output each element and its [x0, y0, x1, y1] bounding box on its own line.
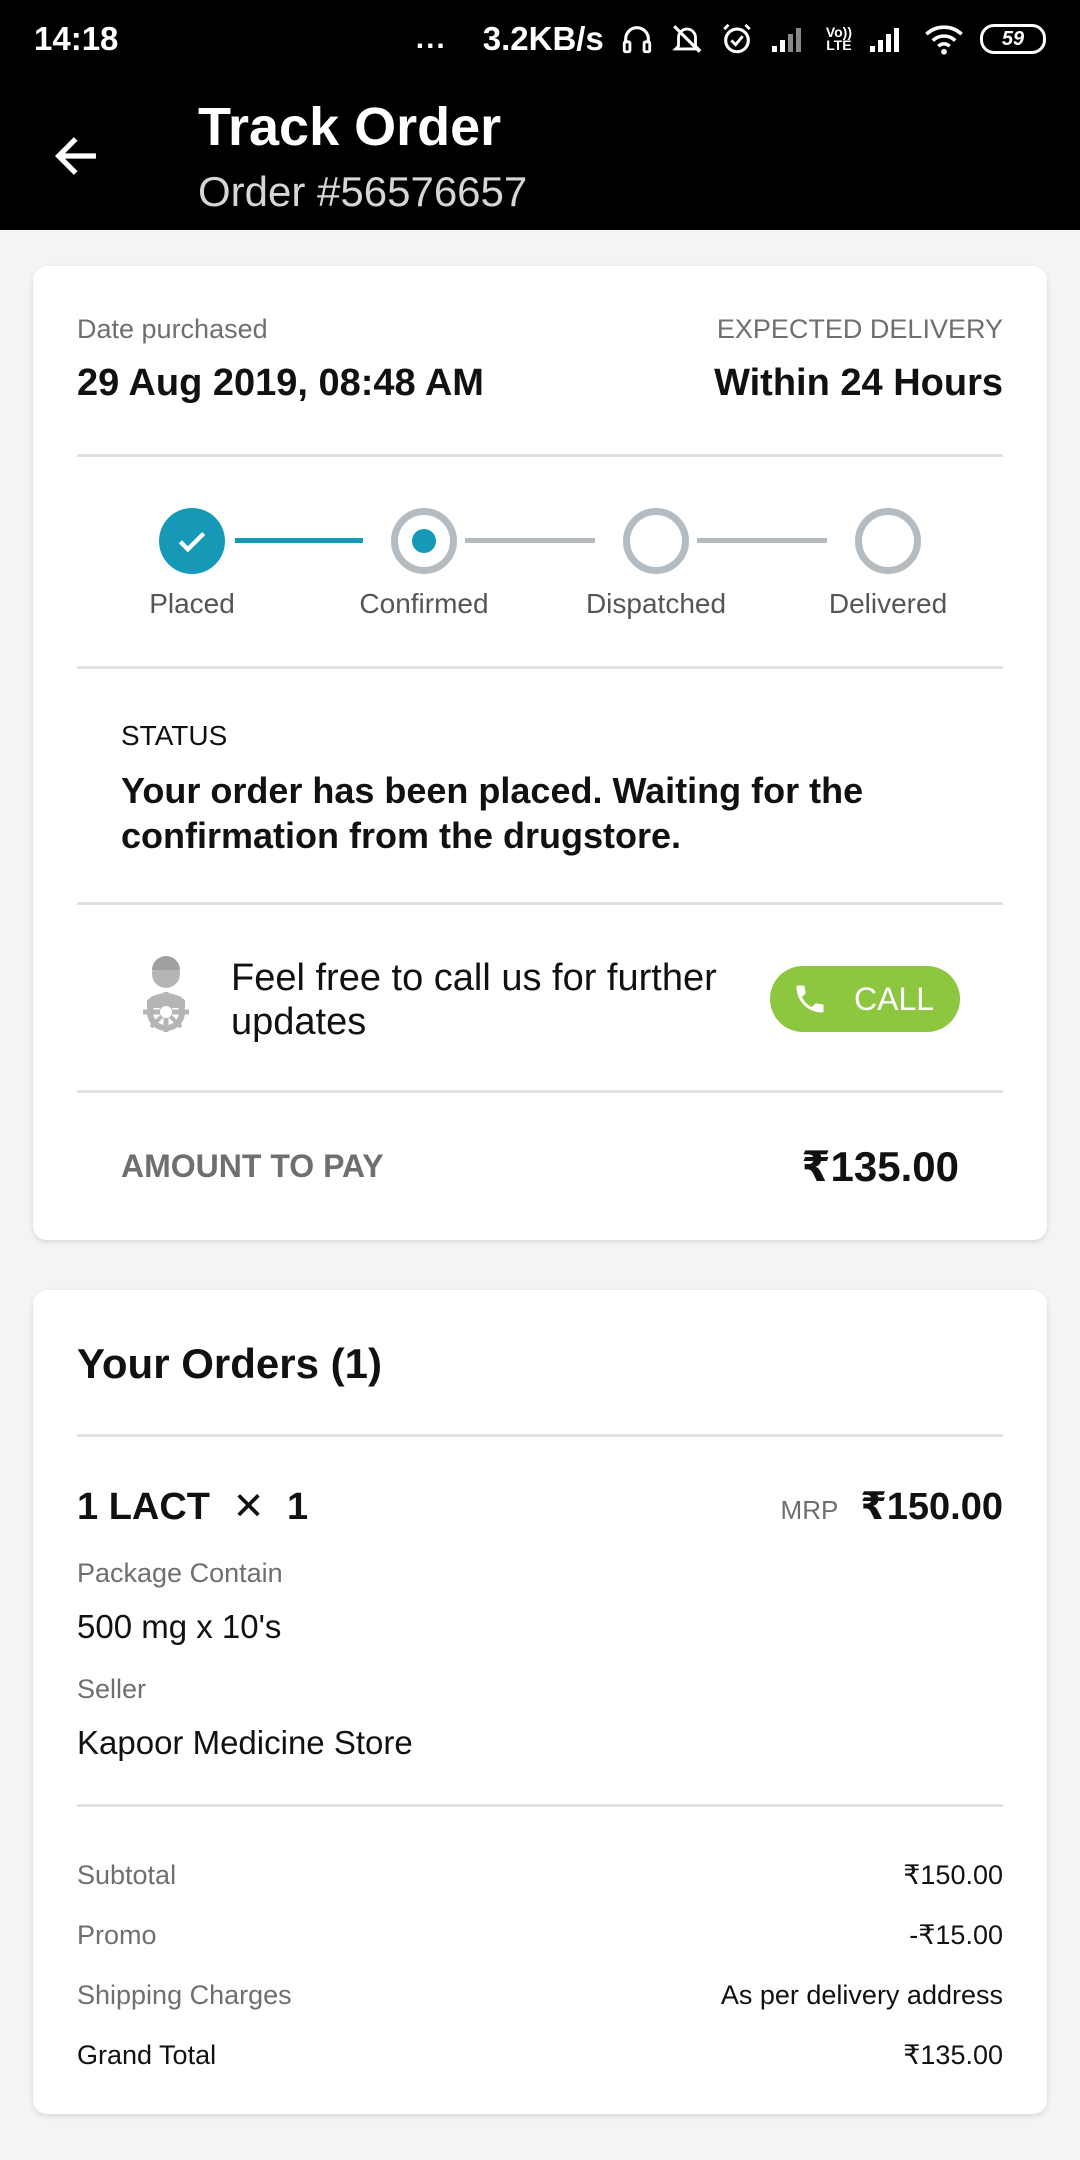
mrp-label: MRP [780, 1495, 839, 1525]
back-arrow-icon [54, 137, 96, 175]
subtotal-value: ₹150.00 [903, 1860, 1003, 1890]
divider [77, 1434, 1003, 1437]
status-time: 14:18 [34, 20, 119, 57]
seller-label: Seller [77, 1674, 147, 1704]
wifi-icon [924, 23, 964, 55]
battery-icon: 59 [980, 24, 1046, 54]
support-agent-icon [121, 952, 211, 1042]
amount-to-pay-value: ₹135.00 [801, 1143, 959, 1190]
mute-icon [670, 22, 704, 56]
step-label-delivered: Delivered [828, 588, 948, 619]
alarm-icon [720, 22, 754, 56]
status-bar: 14:18 ... 3.2KB/s Vo)) LTE 59 [0, 0, 1080, 78]
signal-icon [770, 24, 810, 54]
step-placed-check-icon [159, 508, 225, 574]
volte-icon: Vo)) LTE [825, 24, 852, 53]
support-message: Feel free to call us for further updates [231, 957, 717, 1043]
subtotal-label: Subtotal [77, 1860, 177, 1890]
package-label: Package Contain [77, 1558, 283, 1588]
status-heading: STATUS [121, 720, 228, 751]
divider [77, 1090, 1003, 1093]
item-name: 1 LACT ✕ 1 [77, 1486, 309, 1528]
app-bar: Track Order Order #56576657 [0, 78, 1080, 230]
signal-icon [868, 24, 908, 54]
more-dots-icon: ... [415, 22, 447, 55]
back-button[interactable] [40, 120, 112, 192]
step-delivered-indicator [855, 508, 921, 574]
orders-card: Your Orders (1) 1 LACT ✕ 1 MRP ₹150.00 P… [33, 1290, 1047, 2114]
divider [77, 454, 1003, 457]
call-label: CALL [854, 980, 935, 1017]
step-dispatched-indicator [623, 508, 689, 574]
order-number: Order #56576657 [198, 168, 528, 215]
tracking-card: Date purchased 29 Aug 2019, 08:48 AM EXP… [33, 266, 1047, 1240]
step-label-placed: Placed [149, 588, 235, 619]
item-quantity: 1 [286, 1486, 309, 1528]
grand-total-label: Grand Total [77, 2040, 217, 2070]
step-label-confirmed: Confirmed [359, 588, 489, 619]
times-icon: ✕ [232, 1486, 265, 1528]
expected-delivery-value: Within 24 Hours [714, 362, 1003, 404]
phone-icon [792, 981, 828, 1017]
status-message: Your order has been placed. Waiting for … [121, 770, 864, 856]
date-purchased-label: Date purchased [77, 314, 268, 344]
tracker-line [465, 538, 595, 543]
expected-delivery-label: EXPECTED DELIVERY [716, 314, 1003, 344]
promo-label: Promo [77, 1920, 157, 1950]
tracker-line [697, 538, 827, 543]
item-price: MRP ₹150.00 [781, 1484, 1003, 1529]
shipping-value: As per delivery address [720, 1980, 1003, 2010]
package-value: 500 mg x 10's [77, 1608, 282, 1645]
divider [77, 666, 1003, 669]
shipping-label: Shipping Charges [77, 1980, 292, 2010]
date-purchased-value: 29 Aug 2019, 08:48 AM [77, 362, 484, 404]
network-speed: 3.2KB/s [482, 20, 604, 57]
tracker-line-done [235, 538, 363, 543]
mrp-value: ₹150.00 [860, 1486, 1003, 1528]
promo-value: -₹15.00 [909, 1920, 1003, 1950]
divider [77, 1804, 1003, 1807]
orders-title: Your Orders (1) [77, 1340, 382, 1387]
step-label-dispatched: Dispatched [585, 588, 727, 619]
headphones-icon [620, 22, 654, 56]
divider [77, 902, 1003, 905]
page-title: Track Order [198, 97, 502, 157]
seller-value: Kapoor Medicine Store [77, 1724, 413, 1761]
amount-to-pay-label: AMOUNT TO PAY [121, 1148, 384, 1184]
step-confirmed-indicator [391, 508, 457, 574]
grand-total-value: ₹135.00 [903, 2040, 1003, 2070]
status-icons: ... 3.2KB/s Vo)) LTE 59 [416, 20, 1046, 58]
call-button[interactable]: CALL [770, 966, 960, 1032]
